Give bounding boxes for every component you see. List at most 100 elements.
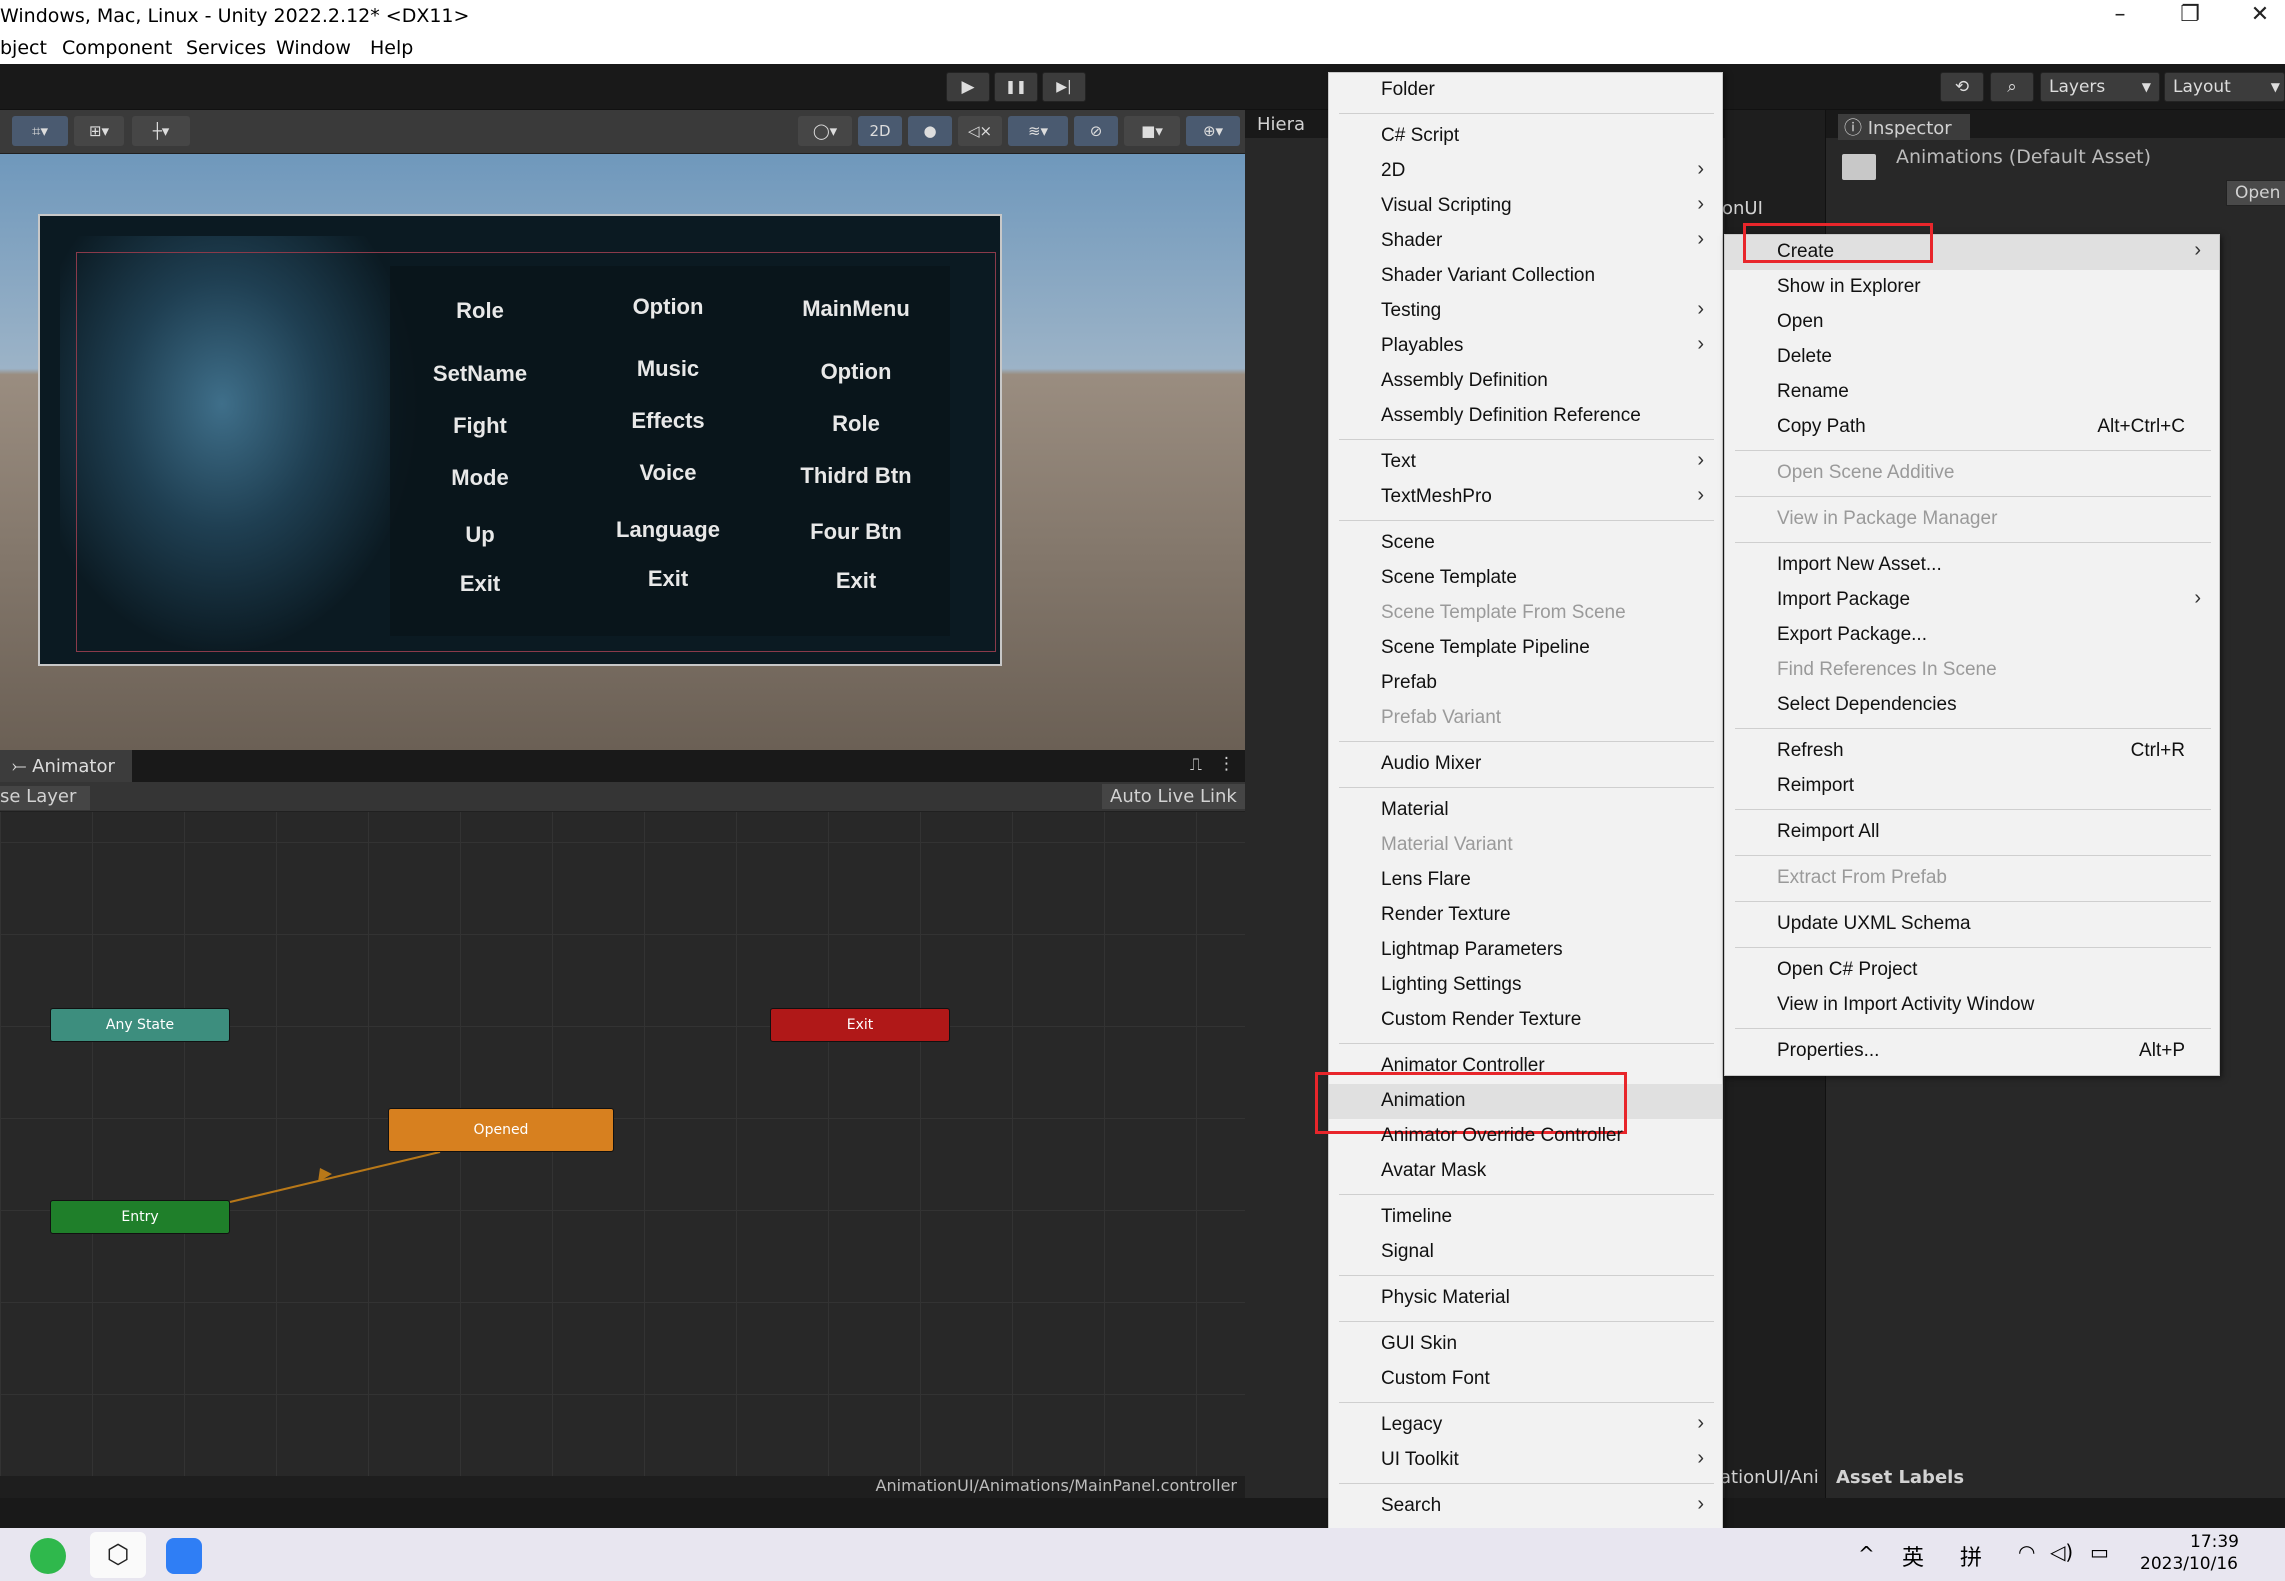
state-exit[interactable]: Exit: [770, 1008, 950, 1042]
state-opened[interactable]: Opened: [388, 1108, 614, 1152]
create-item-timeline[interactable]: Timeline: [1329, 1200, 1722, 1235]
layers-dropdown[interactable]: Layers ▼: [2040, 72, 2160, 102]
unity-icon[interactable]: ⬡: [90, 1532, 146, 1578]
ruler-button[interactable]: ┼▾: [132, 116, 190, 146]
grid-snap-button[interactable]: ⌗▾: [12, 116, 68, 146]
gizmos-button[interactable]: ⊕▾: [1186, 116, 1240, 146]
inspector-tab[interactable]: ⓘ Inspector: [1838, 114, 1970, 140]
menu-item-component[interactable]: Component: [62, 37, 172, 59]
camera-button[interactable]: ■▾: [1124, 116, 1180, 146]
create-item-lighting-settings[interactable]: Lighting Settings: [1329, 968, 1722, 1003]
ime-pinyin[interactable]: 拼: [1960, 1540, 1982, 1572]
menu-item-label: Assembly Definition: [1381, 370, 1548, 391]
create-item-audio-mixer[interactable]: Audio Mixer: [1329, 747, 1722, 782]
menu-item-window[interactable]: Window: [276, 37, 351, 59]
menu-item-gameobject[interactable]: bject: [0, 37, 47, 59]
create-item-physic-material[interactable]: Physic Material: [1329, 1281, 1722, 1316]
state-any-state[interactable]: Any State: [50, 1008, 230, 1042]
asset-labels-header[interactable]: Asset Labels: [1836, 1467, 1964, 1488]
create-item-c-script[interactable]: C# Script: [1329, 119, 1722, 154]
create-item-shader[interactable]: Shader ›: [1329, 224, 1722, 259]
volume-icon[interactable]: ◁): [2050, 1540, 2073, 1564]
tray-up-arrow-icon[interactable]: ^: [1858, 1542, 1875, 1566]
create-item-custom-font[interactable]: Custom Font: [1329, 1362, 1722, 1397]
create-item-custom-render-texture[interactable]: Custom Render Texture: [1329, 1003, 1722, 1038]
create-item-render-texture[interactable]: Render Texture: [1329, 898, 1722, 933]
create-item-scene-template[interactable]: Scene Template: [1329, 561, 1722, 596]
asset-item-rename[interactable]: Rename: [1725, 375, 2219, 410]
asset-item-reimport-all[interactable]: Reimport All: [1725, 815, 2219, 850]
create-item-textmeshpro[interactable]: TextMeshPro ›: [1329, 480, 1722, 515]
asset-item-export-package[interactable]: Export Package...: [1725, 618, 2219, 653]
create-item-gui-skin[interactable]: GUI Skin: [1329, 1327, 1722, 1362]
asset-item-reimport[interactable]: Reimport: [1725, 769, 2219, 804]
wechat-icon[interactable]: [30, 1538, 66, 1574]
animator-panel: ⤚ Animator ⎍ ⋮ se Layer Auto Live Link A…: [0, 750, 1245, 1498]
create-item-search[interactable]: Search ›: [1329, 1489, 1722, 1524]
wifi-icon[interactable]: ◠: [2018, 1540, 2035, 1564]
menu-item-services[interactable]: Services: [186, 37, 266, 59]
create-item-2d[interactable]: 2D ›: [1329, 154, 1722, 189]
layout-dropdown[interactable]: Layout ▼: [2164, 72, 2285, 102]
create-item-animator-override-controller[interactable]: Animator Override Controller: [1329, 1119, 1722, 1154]
create-item-assembly-definition-reference[interactable]: Assembly Definition Reference: [1329, 399, 1722, 434]
minimize-icon[interactable]: –: [2100, 2, 2140, 27]
asset-item-open-c-project[interactable]: Open C# Project: [1725, 953, 2219, 988]
asset-item-import-new-asset[interactable]: Import New Asset...: [1725, 548, 2219, 583]
create-item-avatar-mask[interactable]: Avatar Mask: [1329, 1154, 1722, 1189]
layout-label: Layout: [2173, 77, 2231, 97]
asset-item-select-dependencies[interactable]: Select Dependencies: [1725, 688, 2219, 723]
ime-english[interactable]: 英: [1902, 1540, 1924, 1572]
asset-item-update-uxml-schema[interactable]: Update UXML Schema: [1725, 907, 2219, 942]
app-icon[interactable]: [166, 1538, 202, 1574]
play-button[interactable]: ▶: [946, 72, 990, 102]
snap-increment-button[interactable]: ⊞▾: [74, 116, 124, 146]
create-item-shader-variant-collection[interactable]: Shader Variant Collection: [1329, 259, 1722, 294]
create-item-prefab[interactable]: Prefab: [1329, 666, 1722, 701]
asset-item-properties[interactable]: Properties... Alt+P: [1725, 1034, 2219, 1069]
create-item-legacy[interactable]: Legacy ›: [1329, 1408, 1722, 1443]
create-item-playables[interactable]: Playables ›: [1329, 329, 1722, 364]
effects-toggle[interactable]: ≋▾: [1008, 116, 1068, 146]
asset-item-import-package[interactable]: Import Package ›: [1725, 583, 2219, 618]
shading-mode-button[interactable]: ◯▾: [798, 116, 852, 146]
create-item-visual-scripting[interactable]: Visual Scripting ›: [1329, 189, 1722, 224]
clock-time[interactable]: 17:39: [2190, 1532, 2239, 1552]
create-item-lens-flare[interactable]: Lens Flare: [1329, 863, 1722, 898]
project-item[interactable]: onUI: [1722, 198, 1763, 219]
asset-item-refresh[interactable]: Refresh Ctrl+R: [1725, 734, 2219, 769]
close-icon[interactable]: ✕: [2240, 2, 2280, 27]
create-item-text[interactable]: Text ›: [1329, 445, 1722, 480]
create-item-scene-template-pipeline[interactable]: Scene Template Pipeline: [1329, 631, 1722, 666]
step-button[interactable]: ▶|: [1042, 72, 1086, 102]
asset-item-open[interactable]: Open: [1725, 305, 2219, 340]
create-item-lightmap-parameters[interactable]: Lightmap Parameters: [1329, 933, 1722, 968]
history-button[interactable]: ⟲: [1940, 72, 1984, 102]
audio-toggle[interactable]: ◁×: [958, 116, 1002, 146]
pause-button[interactable]: ❚❚: [994, 72, 1038, 102]
create-item-material[interactable]: Material: [1329, 793, 1722, 828]
maximize-icon[interactable]: ❐: [2170, 2, 2210, 27]
create-item-folder[interactable]: Folder: [1329, 73, 1722, 108]
create-item-ui-toolkit[interactable]: UI Toolkit ›: [1329, 1443, 1722, 1478]
create-item-signal[interactable]: Signal: [1329, 1235, 1722, 1270]
hierarchy-tab[interactable]: Hiera: [1257, 114, 1305, 135]
state-entry[interactable]: Entry: [50, 1200, 230, 1234]
clock-date[interactable]: 2023/10/16: [2140, 1554, 2238, 1574]
battery-icon[interactable]: ▭: [2090, 1540, 2109, 1564]
2d-toggle-button[interactable]: 2D: [858, 116, 902, 146]
create-item-scene[interactable]: Scene: [1329, 526, 1722, 561]
menu-item-label: Reimport All: [1777, 821, 1880, 842]
create-item-assembly-definition[interactable]: Assembly Definition: [1329, 364, 1722, 399]
asset-item-delete[interactable]: Delete: [1725, 340, 2219, 375]
search-button[interactable]: ⌕: [1990, 72, 2034, 102]
visibility-toggle[interactable]: ⊘: [1074, 116, 1118, 146]
asset-item-view-in-import-activity-window[interactable]: View in Import Activity Window: [1725, 988, 2219, 1023]
menu-item-help[interactable]: Help: [370, 37, 413, 59]
open-button[interactable]: Open: [2226, 180, 2285, 206]
asset-item-show-in-explorer[interactable]: Show in Explorer: [1725, 270, 2219, 305]
create-item-testing[interactable]: Testing ›: [1329, 294, 1722, 329]
scene-viewport[interactable]: Role SetName Fight Mode Up Exit Option M…: [0, 154, 1245, 750]
lighting-toggle[interactable]: ●: [908, 116, 952, 146]
asset-item-copy-path[interactable]: Copy Path Alt+Ctrl+C: [1725, 410, 2219, 445]
